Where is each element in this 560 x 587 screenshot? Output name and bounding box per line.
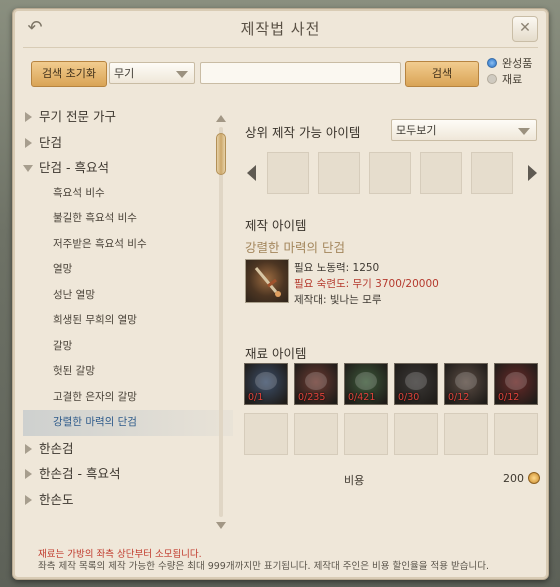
empty-material-slot[interactable] (394, 413, 438, 455)
tree-recipe-item[interactable]: 불길한 흑요석 비수 (23, 206, 233, 232)
tree-recipe-item[interactable]: 갈망 (23, 334, 233, 360)
required-labor: 필요 노동력: 1250 (294, 262, 380, 274)
red-scale-icon (505, 372, 527, 390)
scroll-thumb[interactable] (216, 133, 226, 175)
upper-item-slot[interactable] (318, 152, 360, 194)
search-bar: 검색 초기화 무기 검색 (13, 61, 548, 91)
tree-category[interactable]: 무기 전문 가구 (23, 104, 233, 130)
radio-unselected-icon (487, 74, 497, 84)
empty-material-slot[interactable] (294, 413, 338, 455)
radio-material[interactable]: 재료 (487, 71, 532, 87)
scroll-track[interactable] (219, 127, 223, 517)
footer-note-materials: 재료는 가방의 좌측 상단부터 소모됩니다. (38, 549, 202, 560)
cost-label: 비용 (344, 474, 365, 487)
material-slot[interactable]: 0/421 (344, 363, 388, 405)
tree-category[interactable]: 한손검 - 흑요석 (23, 461, 233, 487)
scroll-down-icon[interactable] (216, 522, 226, 529)
collapsed-arrow-icon (25, 443, 32, 454)
empty-material-slot[interactable] (244, 413, 288, 455)
red-potion-icon (305, 372, 327, 390)
dagger-icon-graphic (254, 267, 281, 297)
title-divider (23, 47, 538, 48)
empty-material-slot[interactable] (494, 413, 538, 455)
upper-item-slot[interactable] (471, 152, 513, 194)
coin-icon (528, 472, 540, 484)
collapsed-arrow-icon (25, 469, 32, 479)
tree-recipe-item-selected[interactable]: 강렬한 마력의 단검 (23, 410, 233, 436)
dagger-icon[interactable] (245, 259, 289, 303)
chevron-down-icon (176, 71, 188, 78)
tree-category[interactable]: 단검 (23, 130, 233, 156)
material-count: 0/1 (248, 392, 264, 403)
close-icon: ✕ (519, 20, 531, 36)
materials-label: 재료 아이템 (245, 346, 307, 361)
upper-item-slot[interactable] (420, 152, 462, 194)
dark-ore-icon (405, 372, 427, 390)
footer-note-quantity: 좌측 제작 목록의 제작 가능한 수량은 최대 999개까지만 표기됩니다. 제… (38, 561, 490, 572)
upper-items-filter[interactable]: 모두보기 (391, 119, 537, 141)
craft-item-label: 제작 아이템 (245, 218, 307, 233)
upper-item-slot[interactable] (267, 152, 309, 194)
material-count: 0/12 (498, 392, 520, 403)
window-title: 제작법 사전 (240, 20, 321, 38)
search-button[interactable]: 검색 (405, 61, 479, 87)
search-input[interactable] (200, 62, 401, 84)
title-bar: ↶ 제작법 사전 ✕ (13, 9, 548, 47)
collapsed-arrow-icon (25, 494, 32, 505)
prev-arrow-icon[interactable] (247, 165, 256, 181)
material-slot[interactable]: 0/12 (494, 363, 538, 405)
material-count: 0/30 (398, 392, 420, 403)
tree-category[interactable]: 한손도 (23, 487, 233, 513)
tree-recipe-item[interactable]: 열망 (23, 257, 233, 283)
cost-value: 200 (503, 472, 524, 485)
close-button[interactable]: ✕ (512, 16, 538, 42)
empty-material-slot[interactable] (444, 413, 488, 455)
collapsed-arrow-icon (25, 137, 32, 148)
blue-crystal-icon (255, 372, 277, 390)
tree-recipe-item[interactable]: 희생된 무희의 열망 (23, 308, 233, 334)
category-select[interactable]: 무기 (109, 62, 195, 84)
reset-search-button[interactable]: 검색 초기화 (31, 61, 107, 87)
craft-item-name: 강렬한 마력의 단검 (245, 240, 345, 255)
material-slot[interactable]: 0/235 (294, 363, 338, 405)
chevron-down-icon (518, 128, 530, 135)
fang-icon (455, 372, 477, 390)
upper-items-filter-value: 모두보기 (396, 124, 437, 137)
radio-finished-product[interactable]: 완성품 (487, 55, 532, 71)
tree-recipe-item[interactable]: 헛된 갈망 (23, 359, 233, 385)
category-select-value: 무기 (114, 67, 135, 80)
material-count: 0/421 (348, 392, 376, 403)
material-slot[interactable]: 0/12 (444, 363, 488, 405)
result-type-options: 완성품 재료 (487, 55, 532, 87)
material-slot[interactable]: 0/30 (394, 363, 438, 405)
tree-category[interactable]: 한손검 (23, 436, 233, 462)
next-arrow-icon[interactable] (528, 165, 537, 181)
expanded-arrow-icon (23, 165, 33, 172)
recipe-dictionary-window: ↶ 제작법 사전 ✕ 검색 초기화 무기 검색 완성품 재료 무기 전문 가구 … (12, 8, 549, 580)
tree-scrollbar[interactable] (216, 115, 226, 529)
tree-recipe-item[interactable]: 성난 열망 (23, 283, 233, 309)
material-slot[interactable]: 0/1 (244, 363, 288, 405)
footer-notes: 재료는 가방의 좌측 상단부터 소모됩니다. 좌측 제작 목록의 제작 가능한 … (38, 549, 489, 573)
empty-material-slot[interactable] (344, 413, 388, 455)
green-orb-icon (355, 372, 377, 390)
material-count: 0/235 (298, 392, 326, 403)
radio-selected-icon (487, 58, 497, 68)
scroll-up-icon[interactable] (216, 115, 226, 122)
upper-item-slot[interactable] (369, 152, 411, 194)
tree-recipe-item[interactable]: 고결한 은자의 갈망 (23, 385, 233, 411)
tree-recipe-item[interactable]: 흑요석 비수 (23, 181, 233, 207)
upper-items-label: 상위 제작 가능 아이템 (245, 125, 361, 140)
tree-recipe-item[interactable]: 저주받은 흑요석 비수 (23, 232, 233, 258)
recipe-tree: 무기 전문 가구 단검 단검 - 흑요석 흑요석 비수 불길한 흑요석 비수 저… (23, 104, 233, 529)
collapsed-arrow-icon (25, 112, 32, 122)
crafting-station: 제작대: 빛나는 모루 (294, 294, 382, 306)
tree-category[interactable]: 단검 - 흑요석 (23, 155, 233, 181)
material-count: 0/12 (448, 392, 470, 403)
required-proficiency: 필요 숙련도: 무기 3700/20000 (294, 278, 439, 290)
